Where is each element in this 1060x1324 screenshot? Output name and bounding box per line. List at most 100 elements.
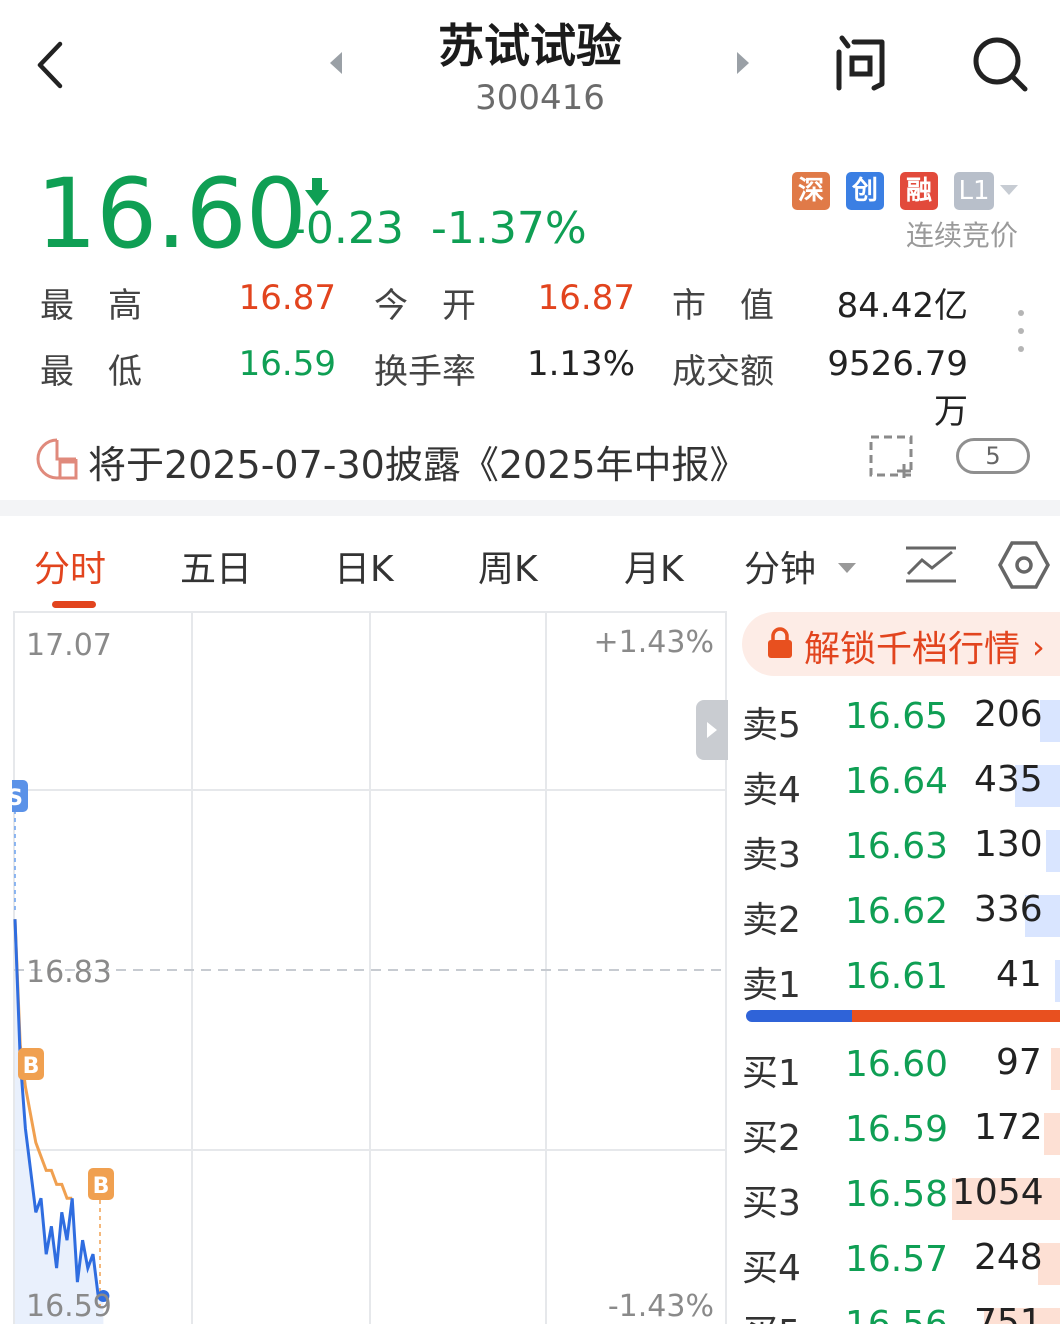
- stat-label-low: 最 低: [40, 352, 142, 392]
- trading-status: 连续竞价: [906, 219, 1019, 252]
- sell-level-label: 卖1: [742, 965, 801, 1006]
- current-price: 16.60: [36, 158, 307, 270]
- buy-level-3[interactable]: 买3 16.58 1054: [740, 1166, 1060, 1230]
- tab-minute[interactable]: 分钟: [744, 540, 816, 592]
- buy-marker-1[interactable]: B: [18, 1048, 44, 1080]
- sell-level-volume: 130: [974, 824, 1043, 865]
- report-icon: [36, 438, 78, 480]
- buy-level-5[interactable]: 买5 16.56 751: [740, 1296, 1060, 1324]
- tab-weekly-k[interactable]: 周K: [478, 540, 538, 592]
- buy-level-label: 买5: [742, 1304, 801, 1324]
- stat-label-amount: 成交额: [672, 352, 774, 392]
- buy-level-label: 买2: [742, 1118, 801, 1159]
- buy-level-volume: 172: [974, 1107, 1043, 1148]
- y-label-mid-left: 16.83: [26, 955, 112, 990]
- price-change: -0.23: [290, 203, 404, 254]
- buy-level-2[interactable]: 买2 16.59 172: [740, 1101, 1060, 1165]
- tag-shenzhen: 深: [792, 172, 830, 210]
- y-label-bottom-left: 16.59: [26, 1289, 112, 1324]
- chart-grid: [13, 611, 727, 1324]
- add-note-icon[interactable]: [868, 434, 918, 480]
- minute-dropdown-icon[interactable]: [838, 563, 856, 573]
- buy-level-label: 买4: [742, 1248, 801, 1289]
- tab-intraday[interactable]: 分时: [34, 540, 106, 592]
- tag-level1[interactable]: L1: [954, 172, 994, 210]
- sell-marker-label: S: [12, 786, 23, 811]
- search-icon[interactable]: [970, 34, 1030, 94]
- lock-icon: [768, 627, 792, 658]
- buy-volume-bar: [1051, 1048, 1060, 1090]
- sell-level-label: 卖4: [742, 770, 801, 811]
- next-stock-arrow-icon[interactable]: [737, 52, 749, 74]
- sell-level-price: 16.65: [845, 696, 949, 737]
- buy-marker-1-label: B: [23, 1054, 40, 1079]
- sell-level-volume: 41: [996, 954, 1042, 995]
- buy-marker-2[interactable]: B: [88, 1168, 114, 1200]
- chart-style-icon[interactable]: [904, 544, 958, 584]
- sell-level-price: 16.62: [845, 891, 949, 932]
- sell-level-volume: 206: [974, 694, 1043, 735]
- buy-level-4[interactable]: 买4 16.57 248: [740, 1231, 1060, 1295]
- buy-level-price: 16.56: [845, 1304, 948, 1324]
- buy-level-label: 买1: [742, 1053, 801, 1094]
- price-change-percent: -1.37%: [431, 203, 587, 254]
- stat-value-high: 16.87: [238, 278, 336, 318]
- stat-value-open: 16.87: [537, 278, 635, 318]
- y-label-top-right: +1.43%: [594, 625, 714, 660]
- sell-level-price: 16.63: [845, 826, 949, 867]
- sell-level-4[interactable]: 卖2 16.62 336: [740, 883, 1060, 947]
- sell-level-price: 16.61: [845, 956, 949, 997]
- stat-label-open: 今 开: [374, 286, 476, 326]
- stat-value-amount: 9526.79万: [827, 344, 968, 432]
- stat-label-high: 最 高: [40, 286, 142, 326]
- stat-label-market-cap: 市 值: [672, 286, 774, 326]
- buy-ratio: [746, 1010, 852, 1022]
- unlock-depth-label: 解锁千档行情: [804, 629, 1021, 670]
- notice-count-pill[interactable]: 5: [956, 438, 1030, 474]
- buy-level-label: 买3: [742, 1183, 801, 1224]
- sell-level-3[interactable]: 卖3 16.63 130: [740, 818, 1060, 882]
- more-stats-icon[interactable]: [1018, 310, 1026, 352]
- buy-level-price: 16.60: [845, 1044, 949, 1085]
- sell-volume-bar: [1046, 830, 1060, 872]
- buy-sell-ratio-bar: [746, 1010, 1060, 1022]
- level-dropdown-icon[interactable]: [1000, 185, 1018, 195]
- buy-level-volume: 751: [974, 1302, 1043, 1324]
- tab-monthly-k[interactable]: 月K: [624, 540, 684, 592]
- buy-level-price: 16.59: [845, 1109, 949, 1150]
- tab-daily-k[interactable]: 日K: [334, 540, 394, 592]
- buy-level-price: 16.58: [845, 1174, 949, 1215]
- buy-marker-2-label: B: [93, 1174, 110, 1199]
- buy-volume-bar: [1044, 1113, 1060, 1155]
- report-notice[interactable]: 将于2025-07-30披露《2025年中报》: [88, 434, 748, 489]
- sell-level-label: 卖3: [742, 835, 801, 876]
- ask-icon[interactable]: [832, 34, 890, 92]
- tab-five-day[interactable]: 五日: [180, 540, 252, 592]
- sell-volume-bar: [1055, 960, 1060, 1002]
- sell-level-label: 卖2: [742, 900, 801, 941]
- stock-name: 苏试试验: [438, 19, 622, 73]
- buy-level-volume: 1054: [952, 1172, 1044, 1213]
- sell-level-2[interactable]: 卖4 16.64 435: [740, 753, 1060, 817]
- sell-level-volume: 336: [974, 889, 1043, 930]
- stat-label-turnover: 换手率: [374, 352, 476, 392]
- sell-ratio: [851, 1010, 1060, 1022]
- buy-level-1[interactable]: 买1 16.60 97: [740, 1036, 1060, 1100]
- stat-value-low: 16.59: [238, 344, 336, 384]
- intraday-chart[interactable]: 17.07 16.83 16.59 +1.43% -1.43% S B B: [12, 610, 728, 1324]
- settings-icon[interactable]: [998, 540, 1050, 590]
- collapse-panel-button[interactable]: [696, 700, 728, 760]
- section-divider: [0, 500, 1060, 516]
- stock-code: 300416: [475, 78, 605, 118]
- sell-marker[interactable]: S: [12, 780, 28, 812]
- y-label-bottom-right: -1.43%: [608, 1289, 714, 1324]
- sell-level-5[interactable]: 卖1 16.61 41: [740, 948, 1060, 1012]
- buy-level-volume: 97: [996, 1042, 1042, 1083]
- tab-active-indicator: [52, 601, 96, 608]
- buy-level-price: 16.57: [845, 1239, 949, 1280]
- sell-level-label: 卖5: [742, 705, 801, 746]
- stat-value-market-cap: 84.42亿: [836, 286, 968, 326]
- chevron-right-icon: ›: [1032, 628, 1045, 666]
- buy-level-volume: 248: [974, 1237, 1043, 1278]
- sell-level-1[interactable]: 卖5 16.65 206: [740, 688, 1060, 752]
